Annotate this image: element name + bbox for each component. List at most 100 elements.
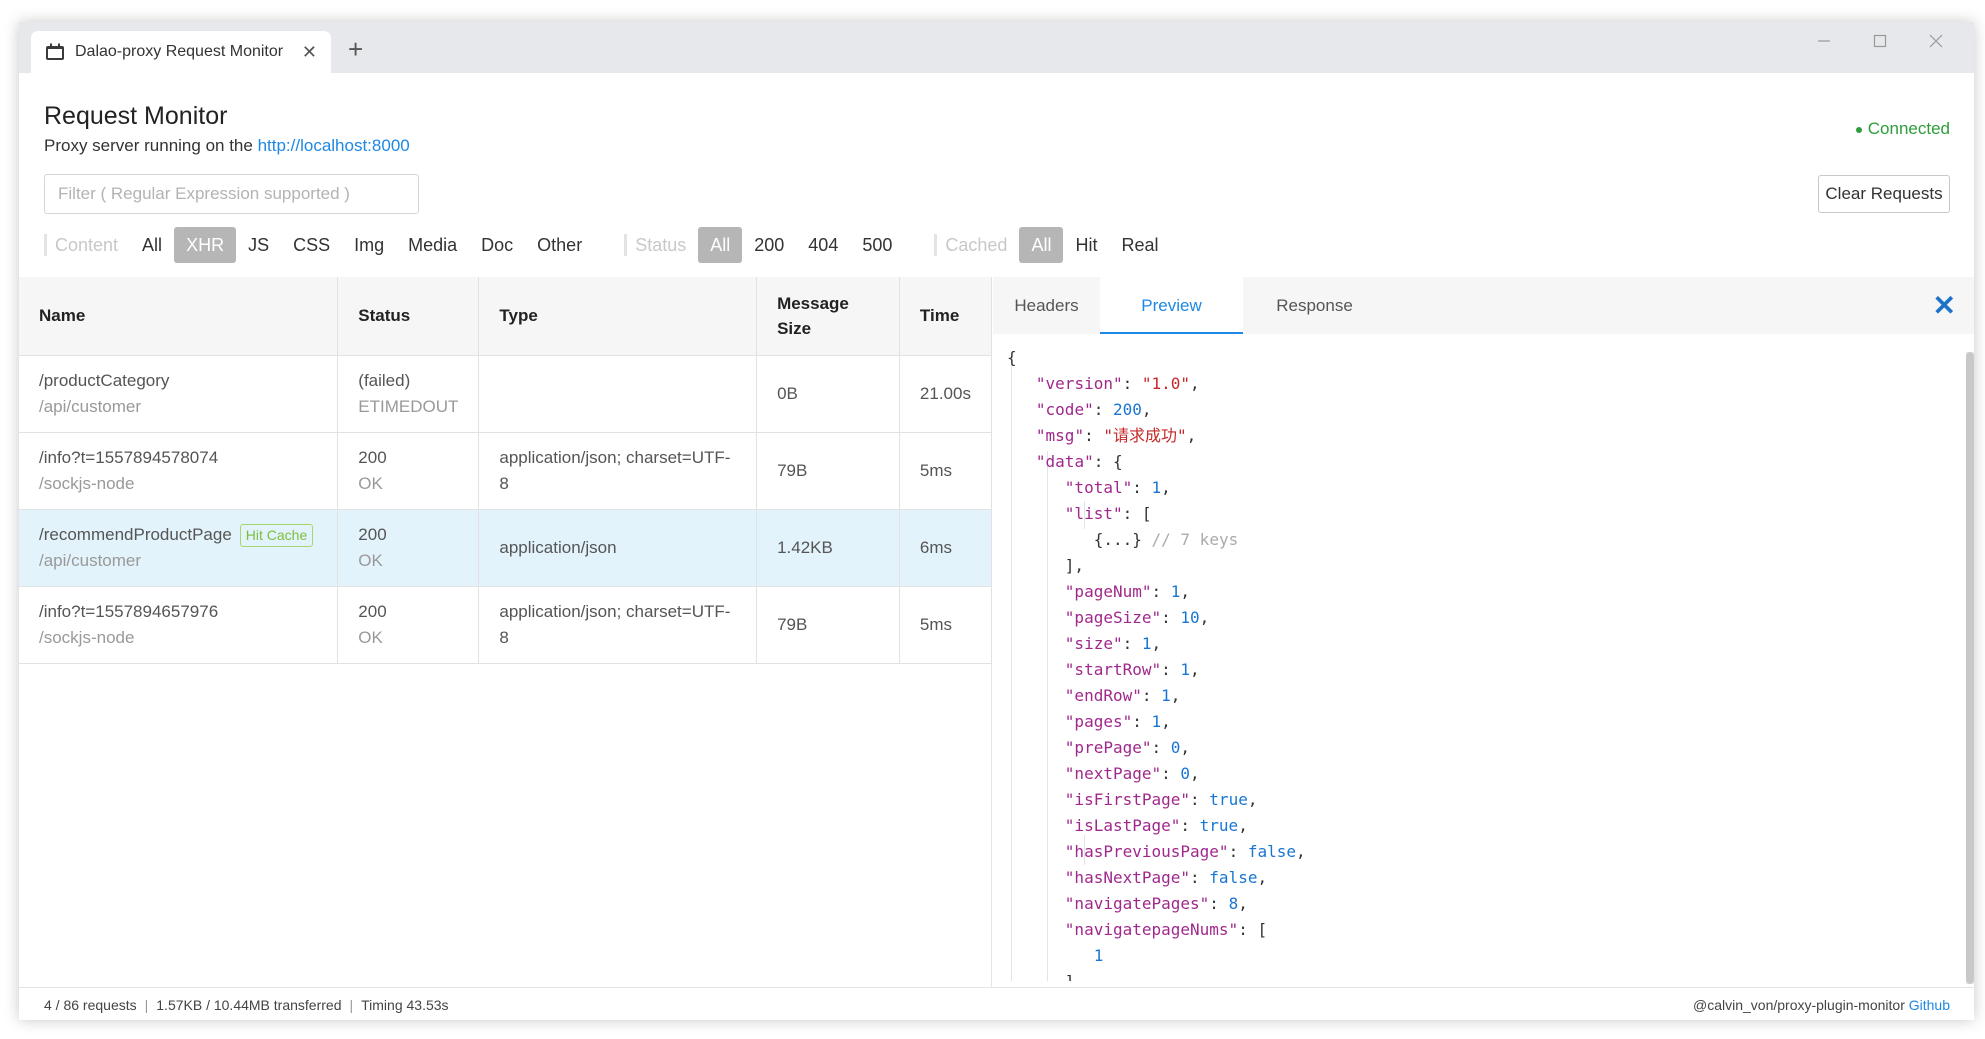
content-filter-label: Content xyxy=(44,234,118,256)
requests-table-container: Name Status Type Message Size Time /prod… xyxy=(19,277,993,987)
request-size: 0B xyxy=(756,355,900,433)
cached-filter-hit[interactable]: Hit xyxy=(1063,227,1109,263)
request-status: 200 xyxy=(358,601,387,621)
content-filter-media[interactable]: Media xyxy=(396,227,469,263)
request-type: application/json; charset=UTF-8 xyxy=(478,586,758,664)
status-bar: 4 / 86 requests | 1.57KB / 10.44MB transfe… xyxy=(19,987,1974,1020)
content-filter-doc[interactable]: Doc xyxy=(469,227,525,263)
credit-text: @calvin_von/proxy-plugin-monitor xyxy=(1693,997,1909,1013)
browser-tab[interactable]: Dalao-proxy Request Monitor ✕ xyxy=(31,31,331,73)
request-status-cell: 200 OK xyxy=(337,586,480,664)
request-type xyxy=(478,355,758,433)
request-status: 200 xyxy=(358,447,387,467)
content-filter-img[interactable]: Img xyxy=(342,227,396,263)
column-header-size[interactable]: Message Size xyxy=(756,277,900,356)
request-name-cell: /info?t=1557894657976 /sockjs-node xyxy=(19,586,339,664)
cached-filter-label: Cached xyxy=(934,234,1007,256)
json-line: "total": 1, xyxy=(1064,478,1171,497)
maximize-button[interactable] xyxy=(1852,28,1908,54)
request-status-text: ETIMEDOUT xyxy=(358,396,459,416)
filter-input[interactable] xyxy=(44,174,419,214)
preview-scrollbar[interactable] xyxy=(1966,352,1974,984)
json-line: "pageNum": 1, xyxy=(1064,582,1191,601)
request-name-cell: /info?t=1557894578074 /sockjs-node xyxy=(19,432,339,510)
new-tab-button[interactable]: + xyxy=(348,36,363,62)
requests-table: Name Status Type Message Size Time /prod… xyxy=(19,277,993,664)
json-line: "hasNextPage": false, xyxy=(1064,868,1268,887)
minimize-button[interactable] xyxy=(1796,28,1852,54)
request-time: 6ms xyxy=(899,509,993,587)
status-filter-404[interactable]: 404 xyxy=(796,227,850,263)
json-line: "navigatePages": 8, xyxy=(1064,894,1248,913)
request-size: 1.42KB xyxy=(756,509,900,587)
request-time: 5ms xyxy=(899,586,993,664)
tab-title: Dalao-proxy Request Monitor xyxy=(75,43,284,60)
json-line: "nextPage": 0, xyxy=(1064,764,1200,783)
content-filter-group: Content All XHR JS CSS Img Media Doc Oth… xyxy=(44,227,594,263)
maximize-icon xyxy=(1873,34,1887,48)
server-url-link[interactable]: http://localhost:8000 xyxy=(258,136,410,155)
status-filter-label: Status xyxy=(624,234,686,256)
clear-requests-button[interactable]: Clear Requests xyxy=(1818,175,1950,213)
content-filter-js[interactable]: JS xyxy=(236,227,281,263)
content-filter-other[interactable]: Other xyxy=(525,227,594,263)
json-line: ], xyxy=(1064,556,1085,575)
table-header-row: Name Status Type Message Size Time xyxy=(19,277,993,356)
json-line[interactable]: "list": [ xyxy=(1007,501,1947,527)
tab-preview[interactable]: Preview xyxy=(1100,277,1243,334)
close-panel-icon[interactable]: ✕ xyxy=(1933,289,1956,322)
json-line: "version": "1.0", xyxy=(1035,374,1200,393)
json-line[interactable]: "navigatepageNums": [ xyxy=(1007,917,1947,943)
column-header-name[interactable]: Name xyxy=(19,277,339,356)
status-filter-200[interactable]: 200 xyxy=(742,227,796,263)
json-collapsed-item[interactable]: {...} // 7 keys xyxy=(1007,527,1947,553)
request-time: 21.00s xyxy=(899,355,993,433)
json-line: "prePage": 0, xyxy=(1064,738,1191,757)
content-filter-all[interactable]: All xyxy=(130,227,174,263)
cached-filter-real[interactable]: Real xyxy=(1109,227,1170,263)
github-link[interactable]: Github xyxy=(1909,997,1950,1013)
detail-tabs: Headers Preview Response xyxy=(993,277,1974,334)
column-header-status[interactable]: Status xyxy=(337,277,480,356)
content-filter-css[interactable]: CSS xyxy=(281,227,342,263)
window-controls xyxy=(1796,28,1964,54)
timing: Timing 43.53s xyxy=(361,997,449,1013)
table-row[interactable]: /productCategory /api/customer (failed) … xyxy=(19,355,993,433)
monitor-app-icon xyxy=(46,43,64,60)
request-status-cell: 200 OK xyxy=(337,432,480,510)
request-name-line: /recommendProductPage Hit Cache xyxy=(39,522,317,548)
status-filter-all[interactable]: All xyxy=(698,227,743,263)
browser-window: Dalao-proxy Request Monitor ✕ + Request … xyxy=(19,22,1974,1020)
tab-response[interactable]: Response xyxy=(1243,277,1386,334)
column-header-type[interactable]: Type xyxy=(478,277,758,356)
json-line: { xyxy=(1007,348,1017,367)
cached-filter-all[interactable]: All xyxy=(1019,227,1064,263)
tab-close-icon[interactable]: ✕ xyxy=(302,42,317,63)
tab-headers[interactable]: Headers xyxy=(993,277,1100,334)
json-line: "code": 200, xyxy=(1035,400,1152,419)
request-count: 4 / 86 requests xyxy=(44,997,137,1013)
json-line: "pages": 1, xyxy=(1064,712,1171,731)
status-filter-500[interactable]: 500 xyxy=(850,227,904,263)
hit-cache-badge: Hit Cache xyxy=(239,523,314,547)
table-row-selected[interactable]: /recommendProductPage Hit Cache /api/cust… xyxy=(19,509,993,587)
json-line: "pageSize": 10, xyxy=(1064,608,1210,627)
json-line: 1 xyxy=(1093,946,1104,965)
request-status-text: OK xyxy=(358,550,383,570)
scrollbar-thumb[interactable] xyxy=(1966,352,1974,984)
server-info-label: Proxy server running on the xyxy=(44,136,258,155)
minimize-icon xyxy=(1818,40,1830,42)
json-line: ] xyxy=(1007,969,1947,981)
request-status: (failed) xyxy=(358,370,411,390)
request-type: application/json; charset=UTF-8 xyxy=(478,432,758,510)
table-row[interactable]: /info?t=1557894657976 /sockjs-node 200 O… xyxy=(19,586,993,664)
request-name: /info?t=1557894657976 xyxy=(39,601,219,621)
column-header-time[interactable]: Time xyxy=(899,277,993,356)
request-status-text: OK xyxy=(358,627,383,647)
close-window-button[interactable] xyxy=(1908,28,1964,54)
transfer-size: 1.57KB / 10.44MB transferred xyxy=(156,997,342,1013)
json-line[interactable]: "data": { xyxy=(1007,449,1947,475)
table-row[interactable]: /info?t=1557894578074 /sockjs-node 200 O… xyxy=(19,432,993,510)
content-filter-xhr[interactable]: XHR xyxy=(174,227,237,263)
filter-bar: Content All XHR JS CSS Img Media Doc Oth… xyxy=(44,227,1200,263)
